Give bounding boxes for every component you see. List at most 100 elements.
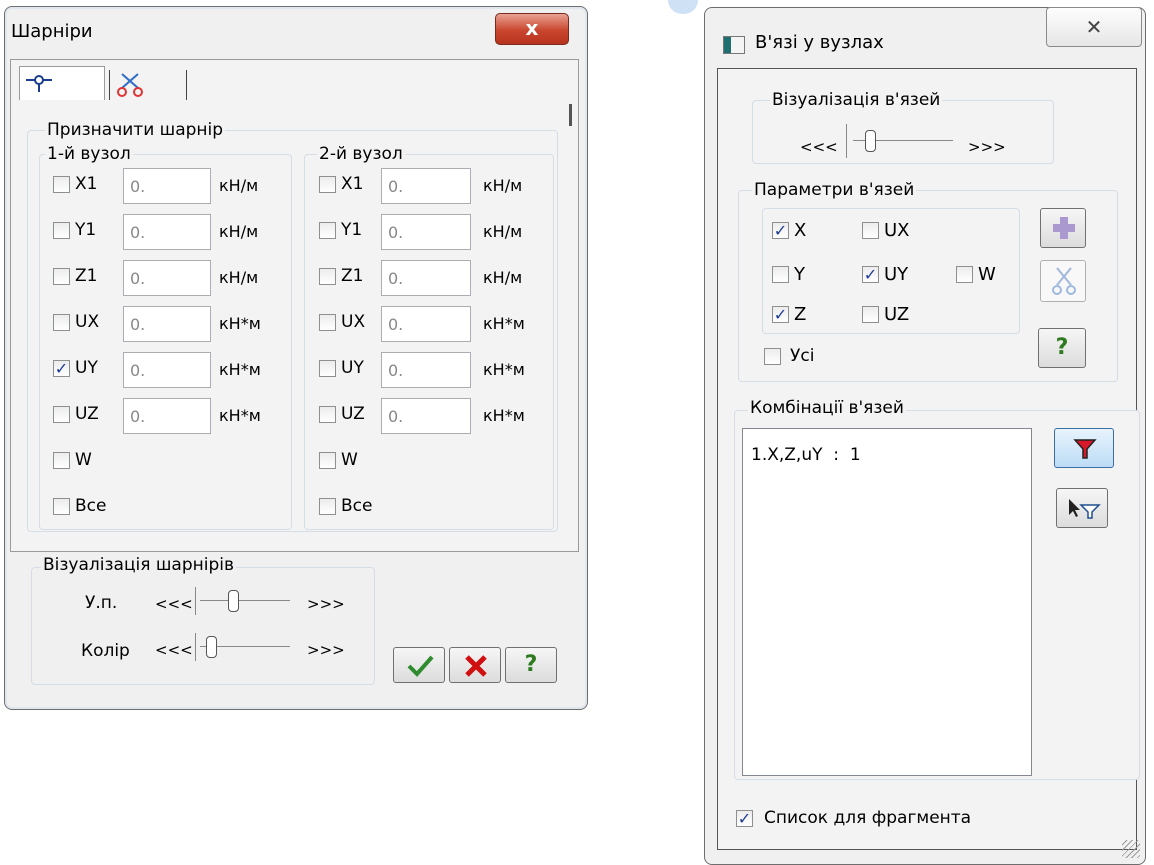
fragment-label: Список для фрагмента <box>764 808 972 828</box>
hinge-label-node1: X1 <box>75 174 98 194</box>
hinge-label-node2: Z1 <box>341 266 364 286</box>
stiffness-input-node2[interactable]: 0. <box>381 398 471 434</box>
resize-grip[interactable] <box>1122 840 1140 858</box>
all-checkbox-node1[interactable] <box>53 498 70 515</box>
stiffness-input-node1[interactable]: 0. <box>123 168 211 204</box>
hinge-icon <box>26 75 52 92</box>
scale-slider[interactable] <box>195 587 291 615</box>
node1-title: 1-й вузол <box>45 144 133 164</box>
constraint-checkbox-x[interactable]: ✓ <box>772 222 789 239</box>
hinge-checkbox-node2[interactable] <box>319 406 336 423</box>
viz-increase[interactable]: >>> <box>968 138 1006 156</box>
cancel-button[interactable] <box>449 647 501 683</box>
stiffness-input-node1[interactable]: 0. <box>123 214 211 250</box>
color-increase[interactable]: >>> <box>307 641 345 659</box>
window-corner-decoration <box>668 0 698 14</box>
constraints-help-button[interactable]: ? <box>1038 328 1086 368</box>
window-icon <box>723 36 745 54</box>
close-button[interactable]: x <box>495 13 569 45</box>
color-decrease[interactable]: <<< <box>155 641 193 659</box>
hinges-visualization-title: Візуалізація шарнірів <box>41 555 237 575</box>
unit-label-node1: кН/м <box>219 222 259 241</box>
hinges-dialog: Шарніри x Призначити шарнір 1-й вузол 2-… <box>4 6 588 710</box>
all-checkbox-node2[interactable] <box>319 498 336 515</box>
stiffness-input-node1[interactable]: 0. <box>123 398 211 434</box>
hinge-checkbox-node1[interactable] <box>53 222 70 239</box>
question-icon: ? <box>524 652 538 677</box>
tab-delete[interactable] <box>109 70 187 100</box>
scale-label: У.п. <box>85 593 118 613</box>
constraint-checkbox-w[interactable] <box>956 266 973 283</box>
viz-slider-thumb[interactable] <box>865 130 876 152</box>
select-filter-button[interactable] <box>1056 488 1108 528</box>
filter-icon <box>1073 439 1097 459</box>
hinge-checkbox-node1[interactable] <box>53 314 70 331</box>
constraint-checkbox-z[interactable]: ✓ <box>772 306 789 323</box>
combos-list[interactable]: 1.X,Z,uY : 1 <box>742 428 1032 776</box>
color-slider[interactable] <box>195 633 291 661</box>
help-button[interactable]: ? <box>505 647 557 683</box>
color-slider-thumb[interactable] <box>206 636 217 658</box>
scale-slider-thumb[interactable] <box>228 590 239 612</box>
constraint-checkbox-ux[interactable] <box>862 222 879 239</box>
add-constraint-button[interactable] <box>1040 208 1086 248</box>
node2-title: 2-й вузол <box>317 144 405 164</box>
filter-button[interactable] <box>1054 428 1114 468</box>
unit-label-node2: кН/м <box>483 268 523 287</box>
unit-label-node1: кН/м <box>219 268 259 287</box>
hinge-checkbox-node2[interactable] <box>319 360 336 377</box>
fragment-checkbox[interactable]: ✓ <box>736 810 753 827</box>
hinge-checkbox-node1[interactable]: ✓ <box>53 360 70 377</box>
hinge-label-node2: UY <box>341 358 364 378</box>
hinge-checkbox-node1[interactable] <box>53 452 70 469</box>
stiffness-input-node2[interactable]: 0. <box>381 352 471 388</box>
all-constraints-checkbox[interactable] <box>764 348 781 365</box>
tab-hinge[interactable] <box>19 66 105 100</box>
scale-decrease[interactable]: <<< <box>155 595 193 613</box>
hinge-label-node2: UZ <box>341 404 365 424</box>
stiffness-input-node2[interactable]: 0. <box>381 168 471 204</box>
stiffness-input-node2[interactable]: 0. <box>381 260 471 296</box>
constraint-label-z: Z <box>794 304 807 325</box>
check-mark: ✓ <box>737 809 752 828</box>
viz-slider[interactable] <box>846 124 956 158</box>
unit-label-node2: кН*м <box>483 314 525 333</box>
color-label: Колір <box>81 641 130 661</box>
combo-list-item[interactable]: 1.X,Z,uY : 1 <box>751 445 861 465</box>
checkmark-icon <box>407 655 434 677</box>
all-constraints-label: Усі <box>790 346 815 366</box>
hinge-checkbox-node1[interactable] <box>53 406 70 423</box>
unit-label-node2: кН*м <box>483 360 525 379</box>
viz-decrease[interactable]: <<< <box>800 138 838 156</box>
hinge-checkbox-node2[interactable] <box>319 176 336 193</box>
hinge-checkbox-node1[interactable] <box>53 268 70 285</box>
hinge-label-node1: UX <box>75 312 100 332</box>
stiffness-input-node1[interactable]: 0. <box>123 260 211 296</box>
constraint-label-y: Y <box>794 264 805 285</box>
hinge-label-node2: Y1 <box>341 220 363 240</box>
hinge-checkbox-node2[interactable] <box>319 452 336 469</box>
stiffness-input-node2[interactable]: 0. <box>381 306 471 342</box>
hinge-label-node1: Z1 <box>75 266 98 286</box>
hinges-visualization-group <box>31 567 375 685</box>
close-button-grey[interactable]: ✕ <box>1046 7 1142 47</box>
stiffness-input-node1[interactable]: 0. <box>123 352 211 388</box>
apply-button[interactable] <box>393 647 445 683</box>
hinge-checkbox-node1[interactable] <box>53 176 70 193</box>
constraint-checkbox-uz[interactable] <box>862 306 879 323</box>
constraint-checkbox-y[interactable] <box>772 266 789 283</box>
constraint-label-uz: UZ <box>884 304 910 325</box>
hinge-checkbox-node2[interactable] <box>319 268 336 285</box>
node2-group <box>304 154 554 530</box>
hinge-checkbox-node2[interactable] <box>319 314 336 331</box>
constraint-checkbox-uy[interactable]: ✓ <box>862 266 879 283</box>
constraints-visualization-title: Візуалізація в'язей <box>770 90 943 110</box>
scrollbar[interactable] <box>569 104 572 126</box>
hinge-checkbox-node2[interactable] <box>319 222 336 239</box>
stiffness-input-node1[interactable]: 0. <box>123 306 211 342</box>
delete-constraint-button[interactable] <box>1040 260 1086 302</box>
unit-label-node1: кН*м <box>219 360 261 379</box>
unit-label-node1: кН*м <box>219 314 261 333</box>
scale-increase[interactable]: >>> <box>307 595 345 613</box>
stiffness-input-node2[interactable]: 0. <box>381 214 471 250</box>
